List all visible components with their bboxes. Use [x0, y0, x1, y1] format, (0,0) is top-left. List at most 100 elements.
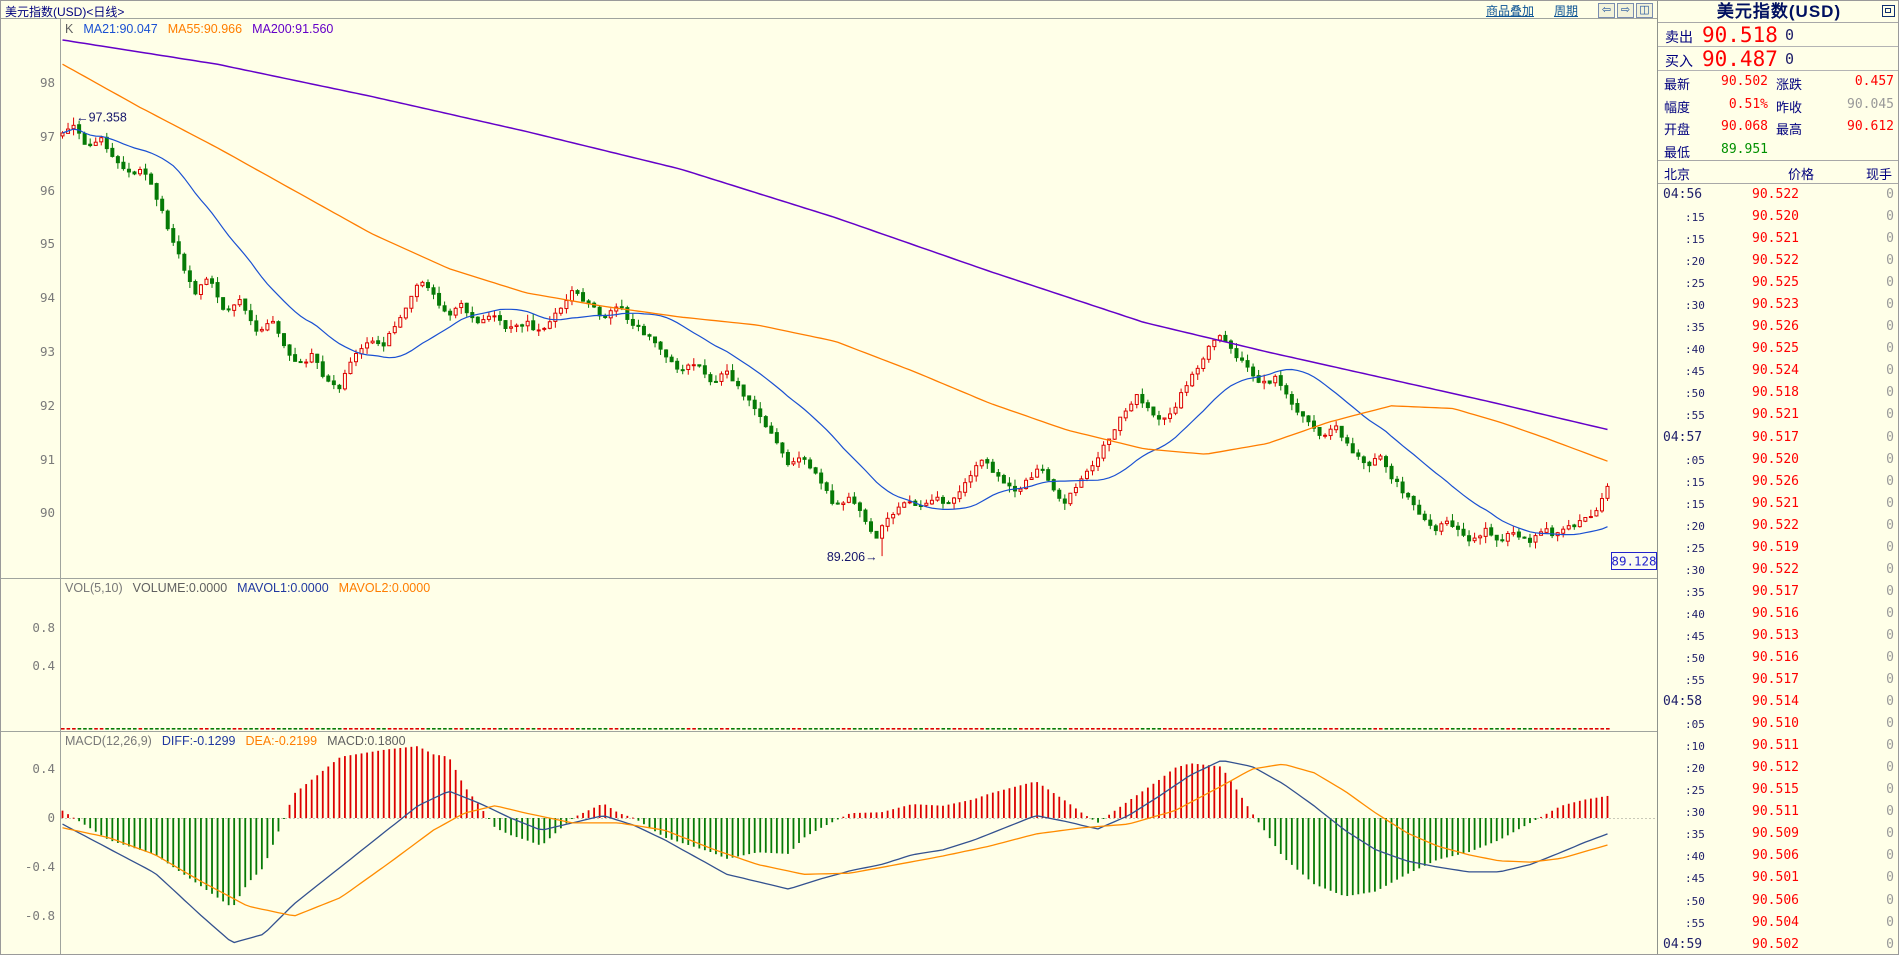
trade-time: :25 [1685, 277, 1705, 290]
sell-qty: 0 [1785, 26, 1794, 44]
quote-panel-title: 美元指数(USD) [1658, 1, 1899, 23]
trade-volume: 0 [1886, 584, 1894, 599]
trade-row: :1590.5210 [1658, 493, 1899, 515]
trade-time: :45 [1685, 365, 1705, 378]
sell-price: 90.518 [1702, 23, 1778, 47]
restore-window-icon[interactable] [1882, 5, 1895, 17]
trade-volume: 0 [1886, 826, 1894, 841]
legend-item: DIFF:-0.1299 [162, 734, 236, 748]
legend-item: DEA:-0.2199 [245, 734, 317, 748]
trade-volume: 0 [1886, 253, 1894, 268]
stat-row: 开盘90.068最高90.612 [1658, 116, 1899, 139]
trade-row: :1090.5110 [1658, 735, 1899, 757]
col-price-header: 价格 [1788, 164, 1814, 183]
trade-price: 90.506 [1752, 848, 1799, 863]
trade-row: :5090.5180 [1658, 382, 1899, 404]
trade-time: :20 [1685, 762, 1705, 775]
stat-value: 89.951 [1698, 142, 1768, 157]
trade-time: :25 [1685, 542, 1705, 555]
axis-tick-label: 96 [1, 183, 55, 198]
axis-tick-label: 0.4 [1, 761, 55, 776]
trade-row: :2090.5220 [1658, 515, 1899, 537]
trade-time: :55 [1685, 409, 1705, 422]
trade-volume: 0 [1886, 937, 1894, 952]
stat-label: 开盘 [1664, 119, 1690, 138]
axis-tick-label: 91 [1, 452, 55, 467]
trade-volume: 0 [1886, 496, 1894, 511]
trade-row: :4590.5010 [1658, 867, 1899, 889]
trade-time: :35 [1685, 586, 1705, 599]
trade-price: 90.516 [1752, 606, 1799, 621]
legend-item: MAVOL2:0.0000 [339, 581, 431, 595]
trades-list[interactable]: 04:5690.5220:1590.5200:1590.5210:2090.52… [1658, 184, 1899, 955]
trade-time: :40 [1685, 343, 1705, 356]
trade-price: 90.515 [1752, 782, 1799, 797]
axis-tick-label: 0 [1, 810, 55, 825]
buy-qty: 0 [1785, 50, 1794, 68]
trade-row: :4590.5130 [1658, 625, 1899, 647]
trade-row: :1590.5210 [1658, 228, 1899, 250]
trade-price: 90.525 [1752, 275, 1799, 290]
trade-row: 04:5690.5220 [1658, 184, 1899, 206]
trade-row: :2090.5120 [1658, 757, 1899, 779]
trade-row: :1590.5260 [1658, 471, 1899, 493]
trade-volume: 0 [1886, 385, 1894, 400]
trades-header: 北京 价格 现手 [1658, 161, 1899, 184]
chart-area[interactable]: ←97.35889.206→89.128 9897969594939291900… [1, 19, 1657, 955]
trade-price: 90.522 [1752, 253, 1799, 268]
trade-time: :15 [1685, 233, 1705, 246]
trade-price: 90.511 [1752, 738, 1799, 753]
stat-row: 幅度0.51%昨收90.045 [1658, 94, 1899, 117]
trade-time: :25 [1685, 784, 1705, 797]
trade-volume: 0 [1886, 297, 1894, 312]
trade-price: 90.517 [1752, 672, 1799, 687]
trade-price: 90.512 [1752, 760, 1799, 775]
trade-price: 90.517 [1752, 430, 1799, 445]
trade-price: 90.521 [1752, 496, 1799, 511]
trade-price: 90.524 [1752, 363, 1799, 378]
chart-title: 美元指数(USD)<日线> [5, 3, 124, 20]
trade-time: 04:59 [1663, 937, 1702, 952]
split-view-icon[interactable]: ◫ [1636, 3, 1653, 18]
stat-value: 90.068 [1698, 119, 1768, 134]
trade-volume: 0 [1886, 870, 1894, 885]
trade-row: :4090.5160 [1658, 603, 1899, 625]
trade-row: :3590.5260 [1658, 316, 1899, 338]
axis-tick-label: 0.8 [1, 620, 55, 635]
trade-time: :35 [1685, 321, 1705, 334]
buy-label: 买入 [1665, 51, 1693, 71]
trade-volume: 0 [1886, 893, 1894, 908]
trade-row: :3090.5230 [1658, 294, 1899, 316]
trade-time: :05 [1685, 454, 1705, 467]
trade-row: 04:5890.5140 [1658, 691, 1899, 713]
quote-stats: 最新90.502涨跌0.457幅度0.51%昨收90.045开盘90.068最高… [1658, 71, 1899, 161]
trade-time: :35 [1685, 828, 1705, 841]
trade-row: :2590.5190 [1658, 537, 1899, 559]
stat-row: 最新90.502涨跌0.457 [1658, 71, 1899, 94]
trade-row: :3090.5220 [1658, 559, 1899, 581]
legend-item: MACD:0.1800 [327, 734, 406, 748]
trade-time: :40 [1685, 608, 1705, 621]
stat-label: 幅度 [1664, 97, 1690, 116]
period-link[interactable]: 周期 [1554, 2, 1578, 19]
candlestick-chart-svg[interactable]: ←97.35889.206→89.128 [1, 19, 1657, 955]
trade-volume: 0 [1886, 363, 1894, 378]
trade-time: :10 [1685, 740, 1705, 753]
trade-volume: 0 [1886, 518, 1894, 533]
buy-row: 买入 90.487 0 [1658, 47, 1899, 71]
scroll-right-icon[interactable]: ⇨ [1617, 3, 1634, 18]
scroll-left-icon[interactable]: ⇦ [1598, 3, 1615, 18]
overlay-link[interactable]: 商品叠加 [1486, 2, 1534, 19]
top-bar-controls: 商品叠加 周期 ⇦ ⇨ ◫ [1486, 2, 1653, 18]
trade-volume: 0 [1886, 540, 1894, 555]
trade-time: :05 [1685, 718, 1705, 731]
trade-time: :45 [1685, 630, 1705, 643]
trade-row: :3590.5090 [1658, 823, 1899, 845]
trade-time: :30 [1685, 299, 1705, 312]
high-annotation: ←97.358 [76, 111, 127, 125]
legend-item: MA21:90.047 [83, 22, 157, 36]
stat-row: 最低89.951 [1658, 139, 1899, 162]
legend-item: VOLUME:0.0000 [133, 581, 228, 595]
trade-volume: 0 [1886, 716, 1894, 731]
trade-time: :50 [1685, 387, 1705, 400]
